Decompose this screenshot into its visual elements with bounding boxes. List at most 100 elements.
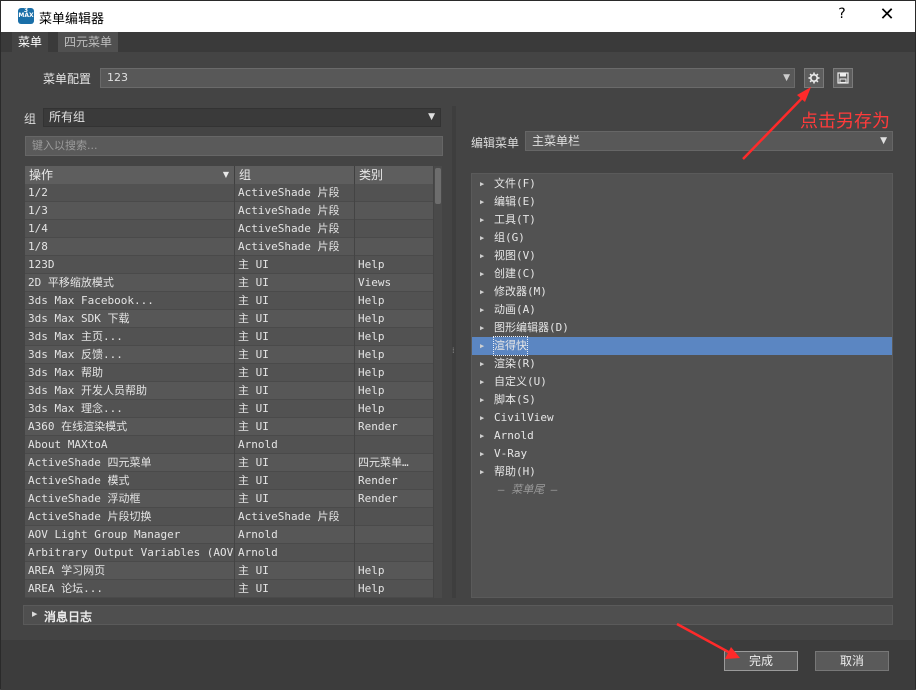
panel-splitter[interactable]: ⁞ xyxy=(452,106,456,598)
menu-tree-item-label: 图形编辑器(D) xyxy=(494,321,569,334)
menu-tree-item[interactable]: ▶ CivilView xyxy=(472,409,892,427)
category-cell: Help xyxy=(358,564,385,577)
app-logo-text: MAX xyxy=(18,12,34,19)
menu-tree-item[interactable]: ▶ V-Ray xyxy=(472,445,892,463)
table-row[interactable]: 1/8 ActiveShade 片段 xyxy=(25,238,433,256)
expand-triangle-icon[interactable]: ▶ xyxy=(480,283,484,301)
expand-triangle-icon[interactable]: ▶ xyxy=(480,193,484,211)
expand-triangle-icon[interactable]: ▶ xyxy=(480,463,484,481)
column-header-category[interactable]: 类别 xyxy=(355,166,433,184)
menu-tree-item[interactable]: ▶ 渲得快 xyxy=(472,336,892,356)
table-row[interactable]: 1/4 ActiveShade 片段 xyxy=(25,220,433,238)
table-row[interactable]: AOV Light Group Manager Arnold xyxy=(25,526,433,544)
group-dropdown[interactable]: 所有组 ▼ xyxy=(43,108,441,127)
expand-triangle-icon[interactable]: ▶ xyxy=(480,391,484,409)
action-cell: A360 在线渲染模式 xyxy=(25,418,235,436)
actions-table: 操作 ▼ 组 类别 1/2 ActiveShade 片段 1/3 ActiveShade… xyxy=(25,166,433,598)
column-header-group[interactable]: 组 xyxy=(235,166,355,184)
action-cell: ActiveShade 片段切换 xyxy=(25,508,235,526)
table-row[interactable]: 1/2 ActiveShade 片段 xyxy=(25,184,433,202)
column-header-action[interactable]: 操作 ▼ xyxy=(25,166,235,184)
action-cell: AREA 学习网页 xyxy=(25,562,235,580)
menu-tree-item[interactable]: ▶ 创建(C) xyxy=(472,265,892,283)
action-cell: 1/8 xyxy=(25,238,235,256)
expand-triangle-icon[interactable]: ▶ xyxy=(480,427,484,445)
table-row[interactable]: About MAXtoA Arnold xyxy=(25,436,433,454)
menu-tree-item[interactable]: ▶ 图形编辑器(D) xyxy=(472,319,892,337)
table-row[interactable]: Arbitrary Output Variables (AOVs) Arnold xyxy=(25,544,433,562)
done-button[interactable]: 完成 xyxy=(724,651,798,671)
menu-tree-item[interactable]: ▶ 修改器(M) xyxy=(472,283,892,301)
table-row[interactable]: 3ds Max 反馈... 主 UI Help xyxy=(25,346,433,364)
table-row[interactable]: 3ds Max SDK 下载主 UI Help xyxy=(25,310,433,328)
group-cell: Arnold xyxy=(235,436,355,454)
table-row[interactable]: 3ds Max 帮助主 UI Help xyxy=(25,364,433,382)
table-row[interactable]: ActiveShade 片段切换 ActiveShade 片段 xyxy=(25,508,433,526)
message-log-panel[interactable]: ▶ 消息日志 xyxy=(23,605,893,625)
search-input[interactable]: 键入以搜索... xyxy=(25,136,443,156)
category-cell xyxy=(355,238,433,256)
table-row[interactable]: 3ds Max Facebook... 主 UI Help xyxy=(25,292,433,310)
category-cell: Render xyxy=(358,474,398,487)
action-cell: 3ds Max 帮助 xyxy=(25,364,235,382)
menu-tree-item[interactable]: ▶ 组(G) xyxy=(472,229,892,247)
expand-triangle-icon[interactable]: ▶ xyxy=(480,445,484,463)
menu-tree-item[interactable]: ▶ 文件(F) xyxy=(472,175,892,193)
table-row[interactable]: ActiveShade 模式主 UI Render xyxy=(25,472,433,490)
menu-tree-item[interactable]: ▶ 编辑(E) xyxy=(472,193,892,211)
menu-tree-item[interactable]: ▶ 渲染(R) xyxy=(472,355,892,373)
table-row[interactable]: 3ds Max 主页... 主 UI Help xyxy=(25,328,433,346)
expand-triangle-icon[interactable]: ▶ xyxy=(480,211,484,229)
gear-button[interactable] xyxy=(804,68,824,88)
cancel-button[interactable]: 取消 xyxy=(815,651,889,671)
menu-tree-item[interactable]: ▶ 视图(V) xyxy=(472,247,892,265)
expand-triangle-icon[interactable]: ▶ xyxy=(480,355,484,373)
menu-tree-item[interactable]: ▶ 脚本(S) xyxy=(472,391,892,409)
menu-tree: ▶ 文件(F) ▶ 编辑(E) ▶ 工具(T) ▶ 组(G) ▶ 视图(V) ▶ 创建(C) ▶ 修改器(… xyxy=(471,173,893,598)
tab-quad-menu[interactable]: 四元菜单 xyxy=(58,32,118,52)
table-row[interactable]: 1/3 ActiveShade 片段 xyxy=(25,202,433,220)
category-cell: Views xyxy=(358,276,392,289)
table-row[interactable]: A360 在线渲染模式主 UI Render xyxy=(25,418,433,436)
table-row[interactable]: 123D 主 UI Help xyxy=(25,256,433,274)
table-scrollbar[interactable] xyxy=(434,166,442,598)
table-row[interactable]: ActiveShade 浮动框主 UI Render xyxy=(25,490,433,508)
menu-tree-item[interactable]: ▶ 工具(T) xyxy=(472,211,892,229)
group-cell: ActiveShade 片段 xyxy=(235,184,355,202)
table-row[interactable]: 2D 平移缩放模式主 UI Views xyxy=(25,274,433,292)
category-cell: Help xyxy=(358,258,385,271)
table-row[interactable]: AREA 论坛... 主 UI Help xyxy=(25,580,433,598)
menu-config-dropdown[interactable]: 123 ▼ xyxy=(100,68,795,88)
edit-menu-dropdown[interactable]: 主菜单栏 ▼ xyxy=(525,131,893,151)
category-cell: Help xyxy=(358,384,385,397)
expand-triangle-icon[interactable]: ▶ xyxy=(480,175,484,193)
menu-tree-item[interactable]: ▶ 自定义(U) xyxy=(472,373,892,391)
menu-tree-item[interactable]: ▶ 帮助(H) xyxy=(472,463,892,481)
scrollbar-thumb[interactable] xyxy=(435,168,441,204)
menu-config-label: 菜单配置 xyxy=(43,72,92,86)
menu-tree-item[interactable]: ▶ Arnold xyxy=(472,427,892,445)
table-row[interactable]: 3ds Max 理念... 主 UI Help xyxy=(25,400,433,418)
expand-triangle-icon[interactable]: ▶ xyxy=(480,319,484,337)
table-row[interactable]: AREA 学习网页主 UI Help xyxy=(25,562,433,580)
tab-menu[interactable]: 菜单 xyxy=(12,32,49,52)
close-button[interactable]: ✕ xyxy=(877,4,897,26)
annotation-text: 点击另存为 xyxy=(800,111,890,132)
menu-tree-item[interactable]: ▶ 动画(A) xyxy=(472,301,892,319)
expand-triangle-icon[interactable]: ▶ xyxy=(480,265,484,283)
expand-triangle-icon[interactable]: ▶ xyxy=(480,337,484,355)
save-button[interactable] xyxy=(833,68,853,88)
group-cell: 主 UI xyxy=(235,454,355,472)
expand-triangle-icon[interactable]: ▶ xyxy=(480,409,484,427)
table-row[interactable]: 3ds Max 开发人员帮助主 UI Help xyxy=(25,382,433,400)
action-cell: 3ds Max 反馈... xyxy=(25,346,235,364)
expand-triangle-icon[interactable]: ▶ xyxy=(480,373,484,391)
action-cell: AOV Light Group Manager xyxy=(25,526,235,544)
expand-triangle-icon[interactable]: ▶ xyxy=(480,229,484,247)
group-cell: 主 UI xyxy=(235,418,355,436)
expand-triangle-icon[interactable]: ▶ xyxy=(480,301,484,319)
help-button[interactable]: ? xyxy=(834,6,850,26)
expand-triangle-icon[interactable]: ▶ xyxy=(480,247,484,265)
action-cell: 3ds Max 理念... xyxy=(25,400,235,418)
table-row[interactable]: ActiveShade 四元菜单主 UI 四元菜单… xyxy=(25,454,433,472)
